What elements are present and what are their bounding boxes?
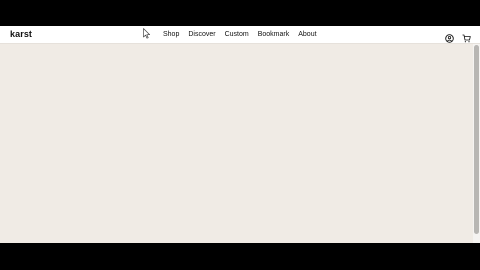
scroll-down-arrow-icon[interactable] — [474, 237, 479, 242]
vertical-scrollbar[interactable] — [473, 44, 480, 243]
page-content — [0, 44, 473, 243]
logo[interactable]: karst — [10, 29, 32, 39]
nav-item-discover[interactable]: Discover — [188, 30, 215, 39]
browser-viewport: karst Shop Discover Custom Bookmark Abou… — [0, 26, 480, 243]
nav-item-bookmark[interactable]: Bookmark — [258, 30, 290, 39]
main-navigation: Shop Discover Custom Bookmark About — [163, 30, 317, 39]
mouse-cursor-icon — [143, 26, 151, 39]
nav-item-shop[interactable]: Shop — [163, 30, 179, 39]
header-actions — [445, 30, 471, 43]
nav-item-about[interactable]: About — [298, 30, 316, 39]
nav-item-custom[interactable]: Custom — [225, 30, 249, 39]
site-header: karst Shop Discover Custom Bookmark Abou… — [0, 26, 480, 44]
cart-icon[interactable] — [462, 30, 471, 43]
user-icon[interactable] — [445, 30, 454, 43]
scrollbar-thumb[interactable] — [474, 45, 479, 234]
